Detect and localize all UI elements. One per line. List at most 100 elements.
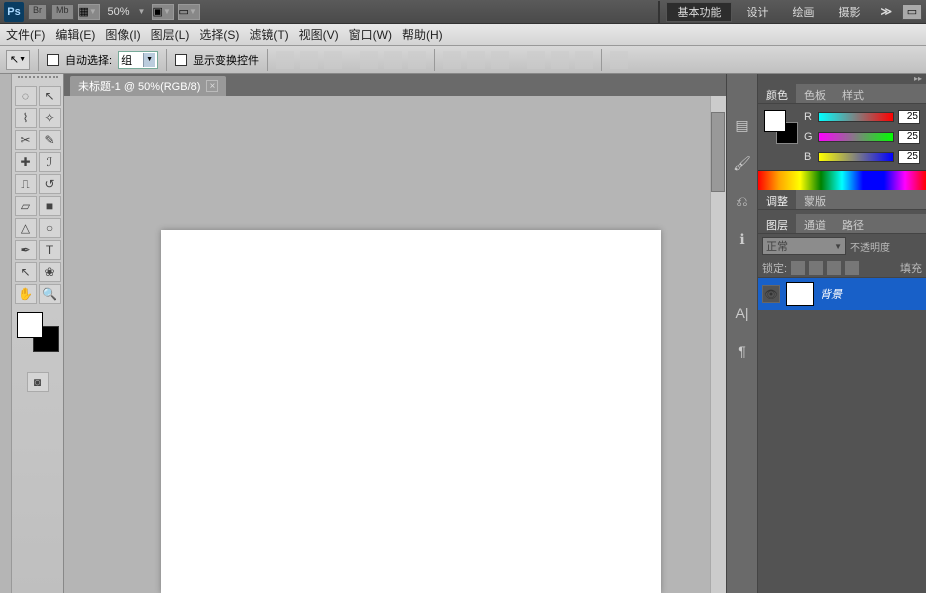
- panel-collapse-button[interactable]: ▸▸: [758, 74, 926, 84]
- lock-all-icon[interactable]: [845, 261, 859, 275]
- lock-transparent-icon[interactable]: [791, 261, 805, 275]
- tab-adjustments[interactable]: 调整: [758, 190, 796, 209]
- workspace-photography[interactable]: 摄影: [828, 2, 870, 22]
- bridge-button[interactable]: Br: [28, 4, 47, 20]
- menu-file[interactable]: 文件(F): [6, 26, 45, 43]
- tab-paths[interactable]: 路径: [834, 214, 872, 233]
- history-brush-tool[interactable]: ↺: [39, 174, 61, 194]
- wand-tool[interactable]: ✧: [39, 108, 61, 128]
- move-tool[interactable]: ↖: [39, 86, 61, 106]
- autoselect-target-select[interactable]: 组▼: [118, 51, 158, 69]
- minimize-button[interactable]: ▭: [902, 4, 922, 20]
- menu-window[interactable]: 窗口(W): [349, 26, 392, 43]
- g-label: G: [804, 131, 814, 143]
- clone-panel-icon[interactable]: ⎌: [731, 190, 753, 212]
- layer-row-background[interactable]: 👁 背景: [758, 278, 926, 310]
- menu-layer[interactable]: 图层(L): [151, 26, 190, 43]
- panel-fg-color[interactable]: [764, 110, 786, 132]
- distribute-left-icon: [527, 51, 545, 69]
- minibridge-button[interactable]: Mb: [51, 4, 74, 20]
- opacity-label: 不透明度: [850, 239, 890, 254]
- gradient-tool[interactable]: ■: [39, 196, 61, 216]
- character-panel-icon[interactable]: A|: [731, 302, 753, 324]
- dodge-tool[interactable]: ○: [39, 218, 61, 238]
- lock-pixels-icon[interactable]: [809, 261, 823, 275]
- divider: [38, 49, 39, 71]
- g-slider[interactable]: [818, 132, 894, 142]
- workspace-painting[interactable]: 绘画: [782, 2, 824, 22]
- lock-position-icon[interactable]: [827, 261, 841, 275]
- toolbox-grip[interactable]: [18, 76, 58, 84]
- r-value[interactable]: 25: [898, 110, 920, 124]
- tab-swatches[interactable]: 色板: [796, 84, 834, 103]
- foreground-color[interactable]: [17, 312, 43, 338]
- tab-styles[interactable]: 样式: [834, 84, 872, 103]
- zoom-level[interactable]: 50%: [104, 6, 134, 18]
- scrollbar-thumb[interactable]: [711, 112, 725, 192]
- history-panel-icon[interactable]: ▤: [731, 114, 753, 136]
- tab-masks[interactable]: 蒙版: [796, 190, 834, 209]
- info-panel-icon[interactable]: ℹ: [731, 228, 753, 250]
- paragraph-panel-icon[interactable]: ¶: [731, 340, 753, 362]
- r-label: R: [804, 111, 814, 123]
- zoom-dropdown-icon[interactable]: ▼: [138, 7, 148, 17]
- canvas[interactable]: [161, 230, 661, 593]
- document-tab[interactable]: 未标题-1 @ 50%(RGB/8) ×: [70, 76, 226, 96]
- menu-select[interactable]: 选择(S): [199, 26, 239, 43]
- path-tool[interactable]: ↖: [15, 262, 37, 282]
- menu-edit[interactable]: 编辑(E): [55, 26, 95, 43]
- lasso-tool[interactable]: ⌇: [15, 108, 37, 128]
- blur-tool[interactable]: △: [15, 218, 37, 238]
- distribute-vcenter-icon: [467, 51, 485, 69]
- stamp-tool[interactable]: ⎍: [15, 174, 37, 194]
- layer-name[interactable]: 背景: [820, 286, 842, 302]
- marquee-tool[interactable]: ◌: [15, 86, 37, 106]
- zoom-tool[interactable]: 🔍: [39, 284, 61, 304]
- vertical-scrollbar[interactable]: [710, 96, 726, 593]
- canvas-viewport[interactable]: [64, 96, 726, 593]
- tab-layers[interactable]: 图层: [758, 214, 796, 233]
- heal-tool[interactable]: ✚: [15, 152, 37, 172]
- tab-channels[interactable]: 通道: [796, 214, 834, 233]
- blend-mode-select[interactable]: 正常▼: [762, 237, 846, 255]
- menu-view[interactable]: 视图(V): [299, 26, 339, 43]
- b-slider[interactable]: [818, 152, 894, 162]
- autoselect-checkbox[interactable]: [47, 54, 59, 66]
- workspace-design[interactable]: 设计: [736, 2, 778, 22]
- close-icon[interactable]: ×: [206, 80, 218, 92]
- menu-image[interactable]: 图像(I): [105, 26, 140, 43]
- divider: [166, 49, 167, 71]
- tab-color[interactable]: 颜色: [758, 84, 796, 103]
- quickmask-tool[interactable]: ◙: [27, 372, 49, 392]
- visibility-icon[interactable]: 👁: [762, 285, 780, 303]
- brush-tool[interactable]: ℐ: [39, 152, 61, 172]
- g-value[interactable]: 25: [898, 130, 920, 144]
- pen-tool[interactable]: ✒: [15, 240, 37, 260]
- color-panel: R25 G25 B25: [758, 104, 926, 170]
- brush-panel-icon[interactable]: 🖌: [731, 152, 753, 174]
- workspace-essentials[interactable]: 基本功能: [666, 2, 732, 22]
- tool-strip-handle[interactable]: [0, 74, 12, 593]
- hand-tool[interactable]: ✋: [15, 284, 37, 304]
- color-swatch[interactable]: [17, 312, 59, 352]
- layer-thumbnail[interactable]: [786, 282, 814, 306]
- showtransform-checkbox[interactable]: [175, 54, 187, 66]
- workspace-more[interactable]: ≫: [874, 5, 898, 18]
- eyedropper-tool[interactable]: ✎: [39, 130, 61, 150]
- divider: [658, 1, 660, 23]
- current-tool-indicator[interactable]: ↖▼: [6, 50, 30, 70]
- layout-picker[interactable]: ▦▼: [78, 4, 100, 20]
- r-slider[interactable]: [818, 112, 894, 122]
- menu-filter[interactable]: 滤镜(T): [249, 26, 288, 43]
- color-spectrum[interactable]: [758, 170, 926, 190]
- color-panel-swatch[interactable]: [764, 110, 798, 144]
- screen-mode-button[interactable]: ▭▼: [178, 4, 200, 20]
- view-extras-button[interactable]: ▣▼: [152, 4, 174, 20]
- menu-help[interactable]: 帮助(H): [402, 26, 443, 43]
- eraser-tool[interactable]: ▱: [15, 196, 37, 216]
- crop-tool[interactable]: ✂: [15, 130, 37, 150]
- shape-tool[interactable]: ❀: [39, 262, 61, 282]
- toolbox: ◌↖ ⌇✧ ✂✎ ✚ℐ ⎍↺ ▱■ △○ ✒T ↖❀ ✋🔍 ◙: [12, 74, 64, 593]
- b-value[interactable]: 25: [898, 150, 920, 164]
- type-tool[interactable]: T: [39, 240, 61, 260]
